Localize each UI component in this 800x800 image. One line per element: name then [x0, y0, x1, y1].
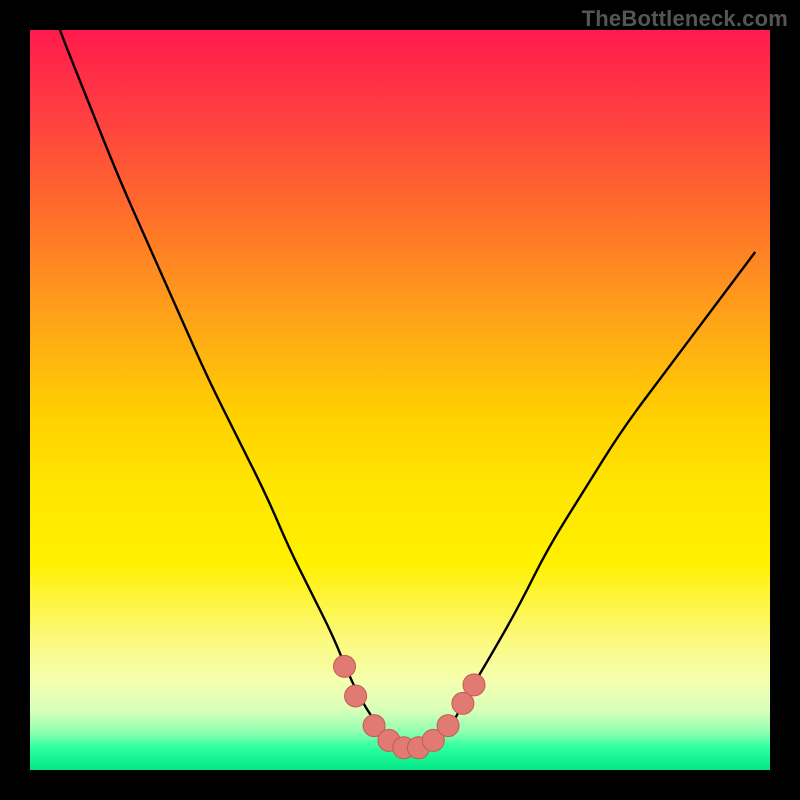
watermark-text: TheBottleneck.com — [582, 6, 788, 32]
marker-dot — [437, 715, 459, 737]
marker-dot — [345, 685, 367, 707]
marker-dot — [463, 674, 485, 696]
chart-overlay — [30, 30, 770, 770]
optimal-range-markers — [334, 655, 486, 758]
marker-dot — [334, 655, 356, 677]
plot-area — [30, 30, 770, 770]
bottleneck-curve — [30, 30, 755, 748]
chart-frame: TheBottleneck.com — [0, 0, 800, 800]
